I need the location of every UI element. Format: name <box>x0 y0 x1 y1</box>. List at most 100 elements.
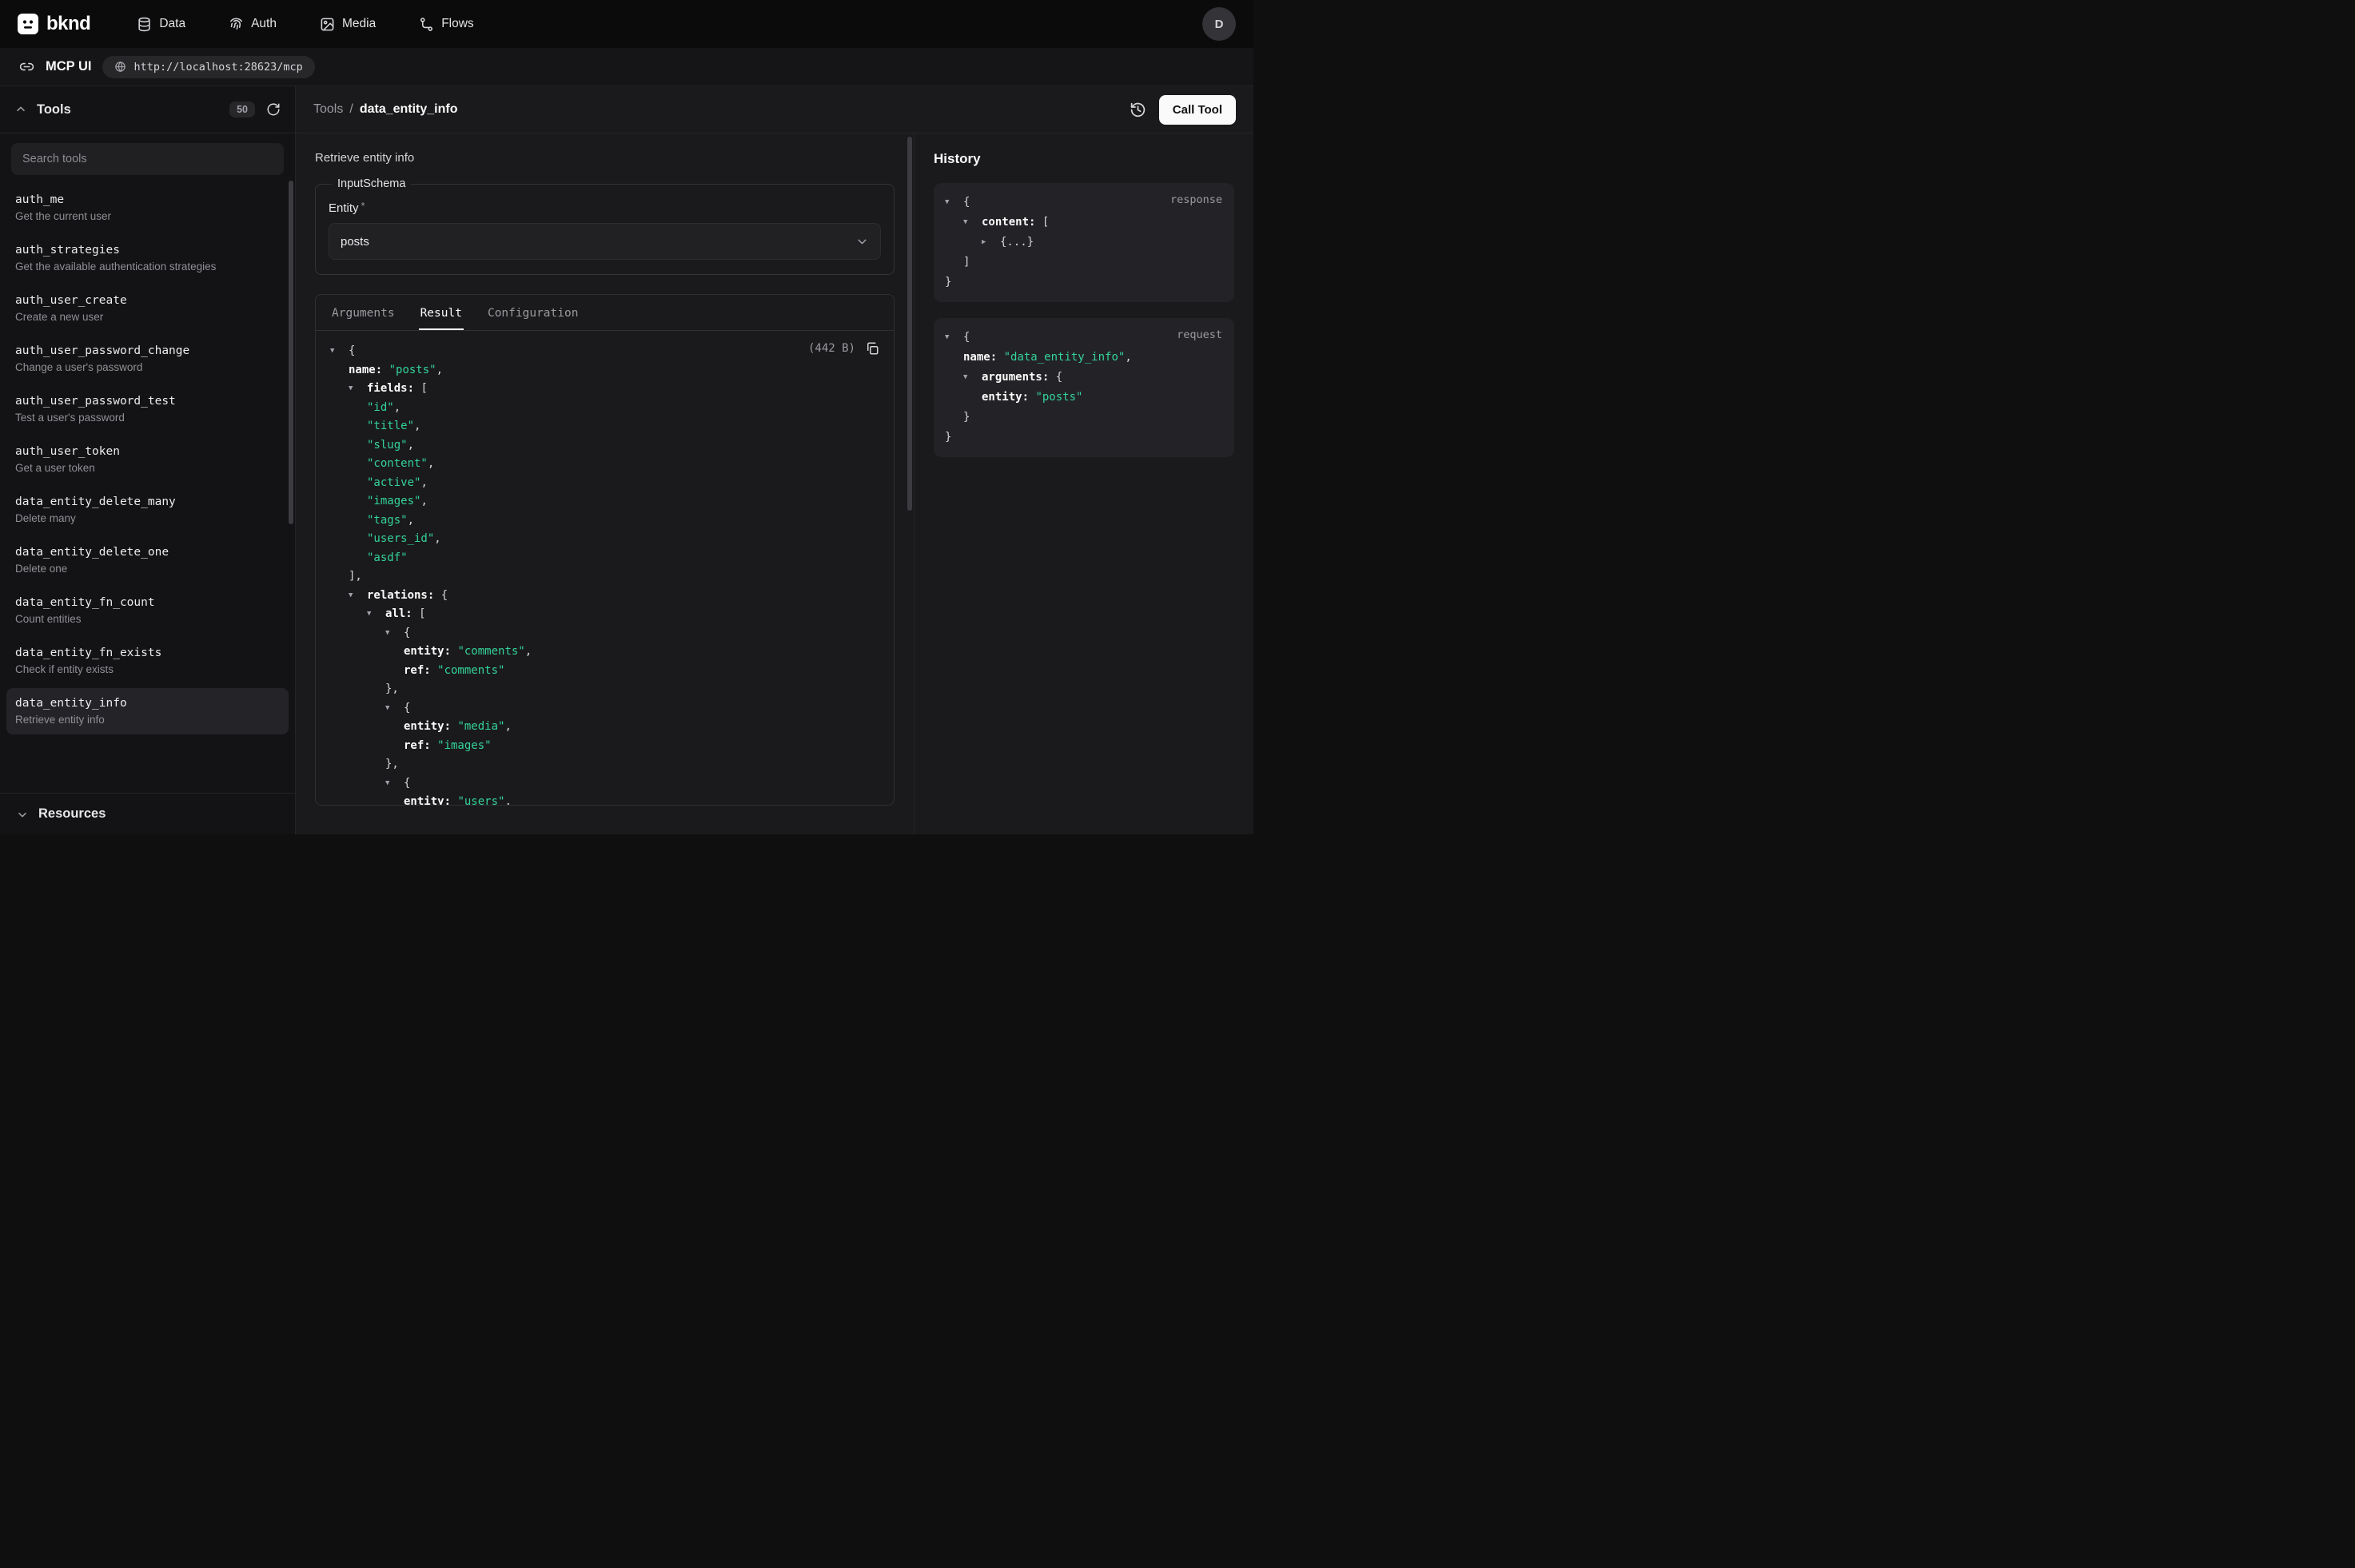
sidebar-scrollbar[interactable] <box>289 181 293 524</box>
tool-list-item[interactable]: data_entity_fn_exists Check if entity ex… <box>6 638 289 684</box>
result-panel-tab[interactable]: Configuration <box>486 295 580 330</box>
collapse-toggle-icon[interactable]: ▼ <box>349 587 367 606</box>
tools-count-badge: 50 <box>229 101 255 117</box>
json-line: ▼{ <box>330 342 879 361</box>
right-column: Tools / data_entity_info Call Tool Retri… <box>296 86 1253 834</box>
json-line: } <box>945 428 1223 448</box>
history-response-card[interactable]: response ▼{▼content: [▶{...}]} <box>934 183 1234 302</box>
tool-list-item[interactable]: auth_me Get the current user <box>6 185 289 231</box>
tool-name: auth_user_token <box>15 445 280 458</box>
tool-description-text: Change a user's password <box>15 361 280 373</box>
user-avatar[interactable]: D <box>1202 7 1236 41</box>
tool-name: auth_me <box>15 193 280 206</box>
history-response-json: ▼{▼content: [▶{...}]} <box>945 193 1223 293</box>
tool-name: auth_user_create <box>15 294 280 307</box>
tool-description-text: Get the available authentication strateg… <box>15 261 280 273</box>
json-line: } <box>945 408 1223 428</box>
history-request-card[interactable]: request ▼{name: "data_entity_info",▼argu… <box>934 318 1234 457</box>
main-layout: Tools 50 auth_me Get the current user au… <box>0 86 1253 834</box>
tool-description-text: Retrieve entity info <box>15 714 280 726</box>
json-line: "content", <box>330 455 879 474</box>
tool-list-item[interactable]: auth_user_create Create a new user <box>6 285 289 332</box>
tool-list-item[interactable]: data_entity_delete_many Delete many <box>6 487 289 533</box>
tool-name: data_entity_delete_one <box>15 546 280 559</box>
result-tab-bar: Arguments Result Configuration <box>316 295 894 331</box>
nav-item-media[interactable]: Media <box>320 17 376 32</box>
history-request-json: ▼{name: "data_entity_info",▼arguments: {… <box>945 328 1223 448</box>
tools-header: Tools 50 <box>0 86 295 133</box>
json-line: }, <box>330 680 879 699</box>
collapse-toggle-icon[interactable]: ▼ <box>963 368 982 388</box>
json-line: ], <box>330 567 879 587</box>
mcp-url: http://localhost:28623/mcp <box>133 61 302 74</box>
chevron-down-icon <box>855 235 869 249</box>
resources-section-title: Resources <box>38 806 106 822</box>
response-tag: response <box>1170 193 1222 206</box>
collapse-toggle-icon[interactable]: ▼ <box>330 342 349 361</box>
json-line: "active", <box>330 474 879 493</box>
nav-item-auth[interactable]: Auth <box>229 17 277 32</box>
refresh-icon[interactable] <box>266 102 281 117</box>
call-tool-button[interactable]: Call Tool <box>1159 95 1236 125</box>
json-line: entity: "posts" <box>945 388 1223 408</box>
tool-list-item[interactable]: data_entity_delete_one Delete one <box>6 537 289 583</box>
nav-item-flows[interactable]: Flows <box>419 17 473 32</box>
bknd-logo[interactable]: bknd <box>18 13 90 35</box>
tool-list-item[interactable]: auth_user_password_test Test a user's pa… <box>6 386 289 432</box>
tool-description-text: Delete many <box>15 512 280 524</box>
json-line: entity: "users", <box>330 793 879 806</box>
collapse-toggle-icon[interactable]: ▼ <box>385 624 404 643</box>
json-line: "id", <box>330 399 879 418</box>
tools-section-title: Tools <box>37 102 71 117</box>
mcp-link-icon <box>19 59 34 74</box>
tools-collapse-chevron-icon[interactable] <box>14 103 27 116</box>
tool-name: data_entity_fn_count <box>15 596 280 609</box>
history-icon[interactable] <box>1130 101 1146 118</box>
nav-item-data[interactable]: Data <box>137 17 185 32</box>
result-json-viewer: (442 B) ▼{name: "posts",▼fields: ["id","… <box>316 331 894 806</box>
collapse-toggle-icon[interactable]: ▼ <box>385 699 404 718</box>
result-panel-tab[interactable]: Result <box>419 295 464 330</box>
resources-section-toggle[interactable]: Resources <box>0 793 295 834</box>
tool-list-item[interactable]: auth_user_token Get a user token <box>6 436 289 483</box>
tool-description-text: Get a user token <box>15 462 280 474</box>
request-tag: request <box>1177 328 1222 341</box>
result-card: Arguments Result Configuration (442 B) ▼… <box>315 294 895 806</box>
json-line: "asdf" <box>330 549 879 568</box>
mcp-url-pill[interactable]: http://localhost:28623/mcp <box>102 56 314 78</box>
json-line: ref: "comments" <box>330 662 879 681</box>
collapse-toggle-icon[interactable]: ▼ <box>963 213 982 233</box>
main-scrollbar[interactable] <box>907 137 912 511</box>
tool-list-item[interactable]: data_entity_fn_count Count entities <box>6 587 289 634</box>
tool-list-item[interactable]: auth_strategies Get the available authen… <box>6 235 289 281</box>
mcp-ui-title: MCP UI <box>46 59 91 74</box>
required-asterisk: * <box>361 200 365 212</box>
tool-list: auth_me Get the current user auth_strate… <box>0 180 295 793</box>
collapse-toggle-icon[interactable]: ▼ <box>945 193 963 213</box>
content-row: Retrieve entity info InputSchema Entity*… <box>296 133 1253 834</box>
json-line: ▼content: [ <box>945 213 1223 233</box>
tool-name: auth_user_password_test <box>15 395 280 408</box>
entity-select-value: posts <box>341 235 369 249</box>
json-line: name: "posts", <box>330 361 879 380</box>
entity-select[interactable]: posts <box>329 223 881 260</box>
breadcrumb-current-tool: data_entity_info <box>360 102 458 117</box>
json-line: ▶{...} <box>945 233 1223 253</box>
collapse-toggle-icon[interactable]: ▼ <box>367 605 385 624</box>
collapse-toggle-icon[interactable]: ▼ <box>385 774 404 794</box>
tool-list-item[interactable]: auth_user_password_change Change a user'… <box>6 336 289 382</box>
collapse-toggle-icon[interactable]: ▼ <box>349 380 367 399</box>
expand-toggle-icon[interactable]: ▶ <box>982 233 1000 253</box>
nav-item-label: Media <box>342 17 376 31</box>
payload-size-label: (442 B) <box>808 342 855 355</box>
copy-icon[interactable] <box>865 341 879 356</box>
tool-list-item[interactable]: data_entity_info Retrieve entity info <box>6 688 289 734</box>
tool-description-text: Delete one <box>15 563 280 575</box>
json-line: ▼arguments: { <box>945 368 1223 388</box>
globe-icon <box>114 61 126 73</box>
collapse-toggle-icon[interactable]: ▼ <box>945 328 963 348</box>
json-line: entity: "media", <box>330 718 879 737</box>
breadcrumb-tools-link[interactable]: Tools <box>313 102 343 117</box>
result-panel-tab[interactable]: Arguments <box>330 295 396 330</box>
search-tools-input[interactable] <box>11 143 284 175</box>
